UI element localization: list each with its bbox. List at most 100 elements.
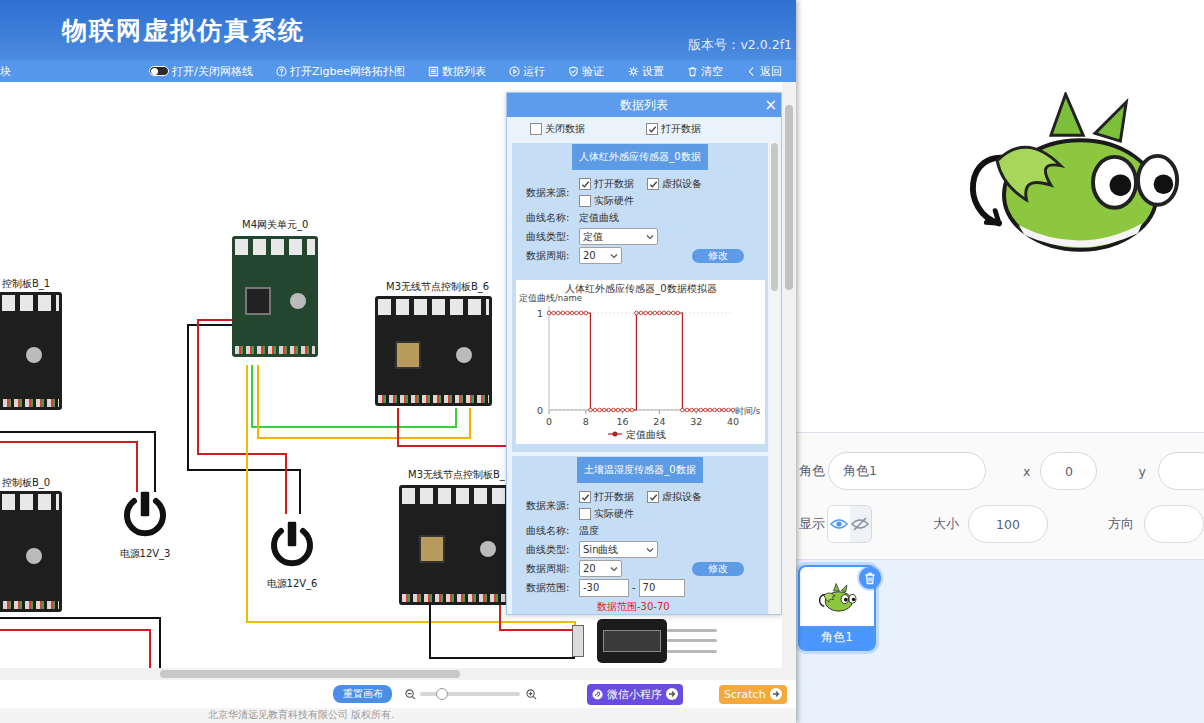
data-point[interactable] [589,408,593,412]
panel-scrollbar[interactable] [770,141,779,614]
data-point[interactable] [575,311,579,315]
source-checkbox[interactable]: 打开数据 [579,490,647,504]
scrollbar-thumb[interactable] [785,105,793,290]
data-point[interactable] [653,311,657,315]
data-point[interactable] [593,408,597,412]
horizontal-scrollbar[interactable] [0,668,782,680]
data-point[interactable] [681,408,685,412]
source-checkbox[interactable]: 虚拟设备 [647,490,715,504]
board-photo[interactable] [0,491,62,612]
select[interactable]: 20 [579,247,622,264]
link-button[interactable]: 微信小程序 [587,684,683,705]
stage[interactable] [796,0,1204,432]
data-point[interactable] [667,311,671,315]
board-photo[interactable] [399,485,516,605]
data-point[interactable] [671,311,675,315]
toolbar-button[interactable]: 打开/关闭网格线 [149,64,253,79]
source-checkbox[interactable]: 虚拟设备 [647,177,715,191]
data-point[interactable] [621,408,625,412]
data-point[interactable] [570,311,574,315]
modify-button[interactable]: 修改 [692,249,744,263]
toolbar-button[interactable]: 数据列表 [428,64,486,79]
toolbar-button[interactable]: 清空 [687,64,723,79]
checkbox[interactable] [579,178,591,190]
data-point[interactable] [727,408,731,412]
source-checkbox[interactable]: 实际硬件 [579,194,647,208]
data-point[interactable] [658,311,662,315]
size-input[interactable]: 100 [968,505,1048,543]
data-point[interactable] [566,311,570,315]
diagram-canvas[interactable]: 控制板B_1M4网关单元_0M3无线节点控制板B_6控制板B_0M3无线节点控制… [0,82,782,668]
data-point[interactable] [708,408,712,412]
slider-knob[interactable] [436,688,448,700]
toolbar-button[interactable]: 返回 [746,64,782,79]
source-checkbox[interactable]: 打开数据 [579,177,647,191]
reset-canvas-button[interactable]: 重置画布 [333,685,392,703]
checkbox[interactable] [647,491,659,503]
scrollbar-thumb[interactable] [160,670,460,678]
power-node[interactable]: 电源12V_6 [252,517,332,591]
data-point[interactable] [648,311,652,315]
close-button[interactable]: × [764,98,777,113]
sprite-bird-icon[interactable] [958,92,1183,254]
data-point[interactable] [552,311,556,315]
data-point[interactable] [690,408,694,412]
checkbox[interactable] [647,178,659,190]
hide-button[interactable] [850,506,872,542]
data-point[interactable] [598,408,602,412]
sprite-card[interactable]: 角色1 [798,565,876,651]
wire[interactable] [0,442,137,492]
zoom-out-icon[interactable] [405,689,416,700]
board-photo[interactable] [375,296,492,406]
data-point[interactable] [561,311,565,315]
data-point[interactable] [704,408,708,412]
wire[interactable] [0,432,155,492]
data-point[interactable] [731,408,735,412]
zoom-in-icon[interactable] [526,689,537,700]
data-point[interactable] [616,408,620,412]
x-input[interactable]: 0 [1040,452,1097,490]
data-point[interactable] [676,311,680,315]
data-point[interactable] [612,408,616,412]
wire[interactable] [0,630,150,668]
delete-button[interactable] [859,567,881,589]
checkbox[interactable] [646,123,658,135]
modify-button[interactable]: 修改 [692,562,744,576]
y-input[interactable] [1158,452,1204,490]
board-photo[interactable] [232,236,318,357]
data-point[interactable] [713,408,717,412]
source-checkbox[interactable]: 实际硬件 [579,507,647,521]
checkbox[interactable] [579,195,591,207]
toolbar-button[interactable]: 设置 [628,64,664,79]
scrollbar-thumb[interactable] [771,143,778,291]
grid-toggle[interactable] [149,66,169,76]
option-checkbox[interactable]: 打开数据 [646,122,762,136]
select[interactable]: 定值 [579,228,658,245]
data-point[interactable] [547,311,551,315]
wire[interactable] [398,408,506,446]
toolbar-button[interactable]: 运行 [509,64,545,79]
data-point[interactable] [635,311,639,315]
toolbar-button[interactable]: 验证 [568,64,604,79]
data-point[interactable] [607,408,611,412]
data-point[interactable] [644,311,648,315]
data-point[interactable] [602,408,606,412]
checkbox[interactable] [530,123,542,135]
range-min-input[interactable]: -30 [579,579,629,597]
vertical-scrollbar[interactable] [782,82,796,680]
zoom-slider[interactable] [420,692,520,696]
select[interactable]: 20 [579,560,622,577]
data-point[interactable] [556,311,560,315]
power-node[interactable]: 电源12V_3 [105,487,185,561]
select[interactable]: Sin曲线 [579,541,658,558]
toolbar-item[interactable]: 块 [0,64,11,79]
soil-sensor-photo[interactable] [572,618,717,664]
data-point[interactable] [685,408,689,412]
data-point[interactable] [584,311,588,315]
checkbox[interactable] [579,491,591,503]
data-point[interactable] [694,408,698,412]
wire[interactable] [0,618,160,668]
link-button[interactable]: Scratch [719,685,787,704]
data-point[interactable] [717,408,721,412]
option-checkbox[interactable]: 关闭数据 [530,122,646,136]
